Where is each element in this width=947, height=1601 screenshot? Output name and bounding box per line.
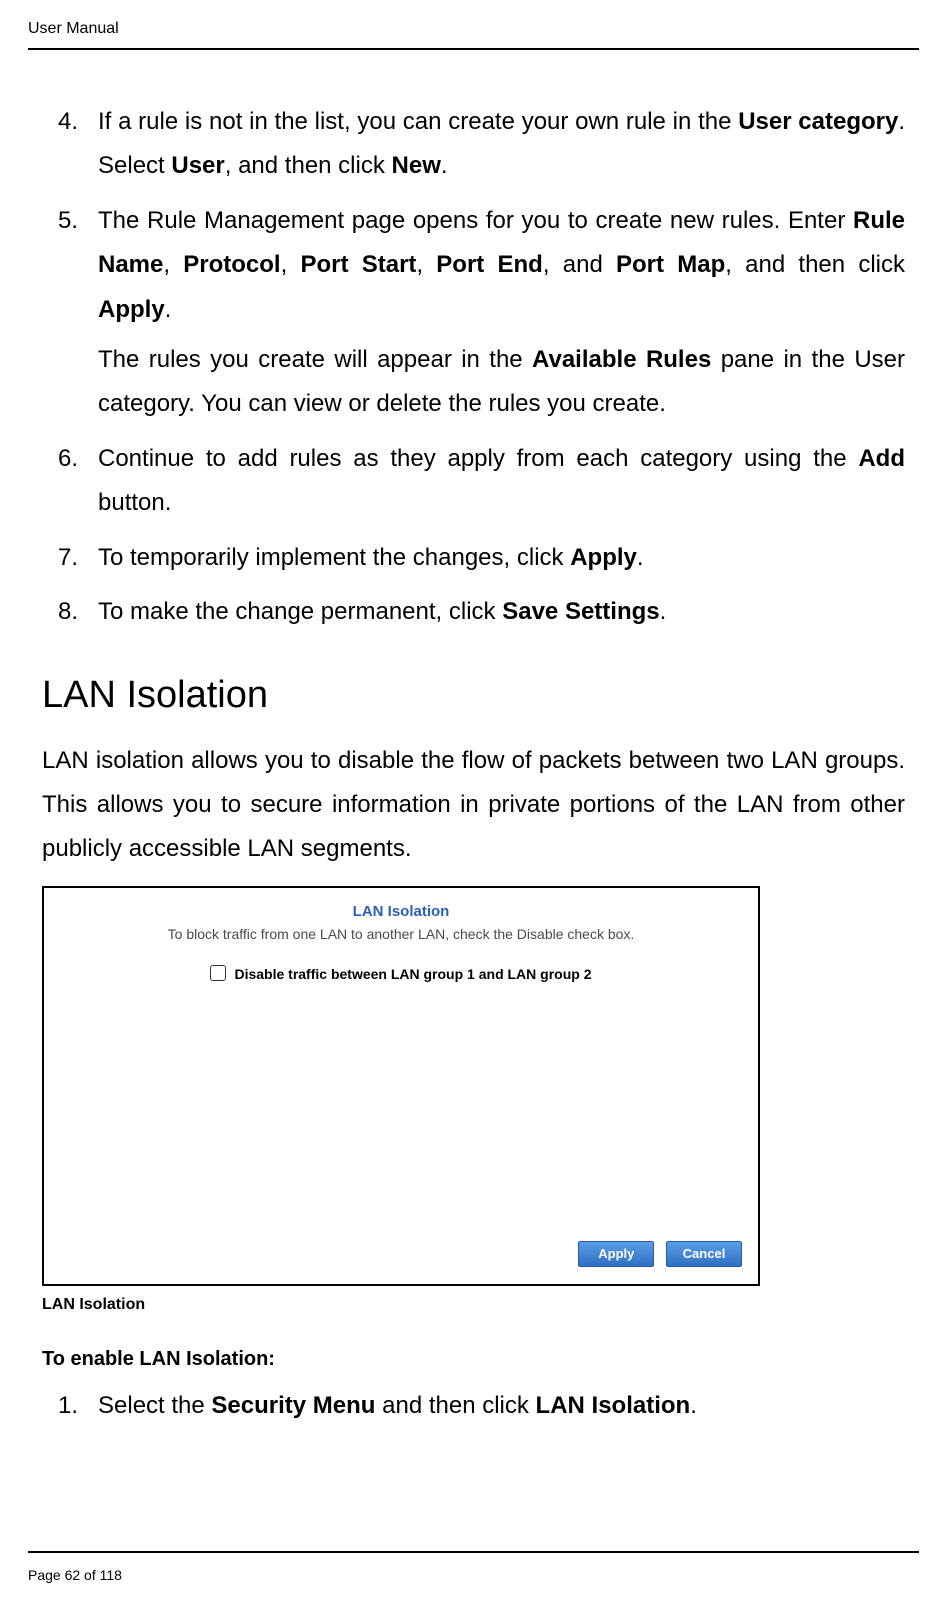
- numbered-steps: If a rule is not in the list, you can cr…: [42, 100, 905, 634]
- screenshot-checkbox-row: Disable traffic between LAN group 1 and …: [44, 962, 758, 988]
- text: .: [441, 152, 448, 179]
- checkbox-label: Disable traffic between LAN group 1 and …: [234, 966, 591, 982]
- header-rule: [28, 48, 919, 50]
- screenshot-lan-isolation: LAN Isolation To block traffic from one …: [42, 886, 760, 1286]
- bold: Port Start: [301, 251, 417, 278]
- bold: Port Map: [616, 251, 725, 278]
- bold: User category: [738, 108, 898, 135]
- text: , and then click: [725, 251, 905, 278]
- figure-wrap: LAN Isolation To block traffic from one …: [42, 886, 905, 1320]
- cancel-button[interactable]: Cancel: [666, 1241, 742, 1267]
- text: .: [690, 1392, 697, 1419]
- section-body: LAN isolation allows you to disable the …: [42, 739, 905, 872]
- step-5: The Rule Management page opens for you t…: [98, 199, 905, 427]
- step-5-sub: The rules you create will appear in the …: [98, 338, 905, 427]
- running-header: User Manual: [28, 20, 119, 38]
- footer-rule: [28, 1551, 919, 1553]
- text: , and then click: [225, 152, 392, 179]
- figure-caption: LAN Isolation: [42, 1290, 905, 1320]
- text: button.: [98, 489, 171, 516]
- bold: Available Rules: [532, 346, 711, 373]
- text: .: [637, 544, 644, 571]
- text: ,: [163, 251, 183, 278]
- subheading-enable-lan-isolation: To enable LAN Isolation:: [42, 1341, 905, 1378]
- bold: Port End: [436, 251, 543, 278]
- text: ,: [281, 251, 301, 278]
- text: If a rule is not in the list, you can cr…: [98, 108, 738, 135]
- text: .: [165, 296, 172, 323]
- text: ,: [416, 251, 436, 278]
- text: To make the change permanent, click: [98, 598, 502, 625]
- page: User Manual If a rule is not in the list…: [0, 0, 947, 1601]
- text: and then click: [375, 1392, 535, 1419]
- content-area: If a rule is not in the list, you can cr…: [42, 100, 905, 1521]
- step-4: If a rule is not in the list, you can cr…: [98, 100, 905, 189]
- bold: LAN Isolation: [536, 1392, 691, 1419]
- text: Continue to add rules as they apply from…: [98, 445, 858, 472]
- text: To temporarily implement the changes, cl…: [98, 544, 570, 571]
- text: The Rule Management page opens for you t…: [98, 207, 853, 234]
- bold: New: [392, 152, 441, 179]
- text: The rules you create will appear in the: [98, 346, 532, 373]
- bold: Protocol: [183, 251, 280, 278]
- step-8: To make the change permanent, click Save…: [98, 590, 905, 634]
- bold: Apply: [98, 296, 165, 323]
- apply-button[interactable]: Apply: [578, 1241, 654, 1267]
- bold: User: [171, 152, 224, 179]
- page-footer: Page 62 of 118: [28, 1567, 122, 1583]
- screenshot-button-bar: Apply Cancel: [573, 1229, 742, 1273]
- section-title-lan-isolation: LAN Isolation: [42, 660, 905, 730]
- bold: Save Settings: [502, 598, 659, 625]
- bold: Apply: [570, 544, 637, 571]
- disable-traffic-checkbox[interactable]: [210, 965, 226, 981]
- enable-steps: Select the Security Menu and then click …: [42, 1384, 905, 1428]
- enable-step-1: Select the Security Menu and then click …: [98, 1384, 905, 1428]
- text: , and: [543, 251, 616, 278]
- bold: Security Menu: [211, 1392, 375, 1419]
- text: .: [660, 598, 667, 625]
- step-6: Continue to add rules as they apply from…: [98, 437, 905, 526]
- screenshot-subtitle: To block traffic from one LAN to another…: [44, 922, 758, 948]
- text: Select the: [98, 1392, 211, 1419]
- step-7: To temporarily implement the changes, cl…: [98, 536, 905, 580]
- bold: Add: [858, 445, 905, 472]
